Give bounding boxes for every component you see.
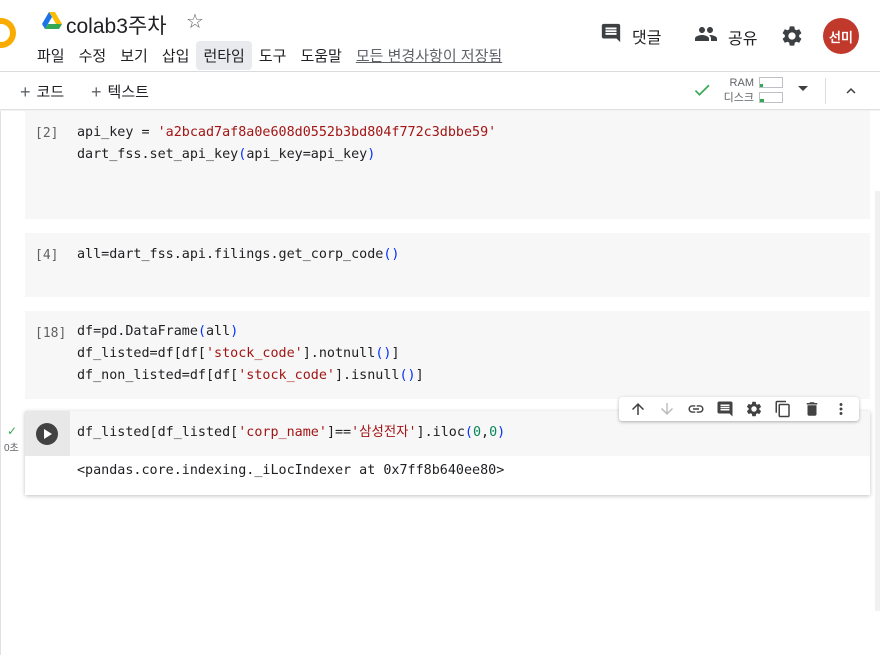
code-line: dart_fss.set_api_key(api_key=api_key) [77,147,376,162]
header: colab3주차 ☆ 파일 수정 보기 삽입 런타임 도구 도움말 모든 변경사… [0,0,880,72]
add-text-label: 텍스트 [107,84,149,101]
disk-meter-fill [760,99,765,102]
code-editor[interactable]: df=pd.DataFrame(all) df_listed=df[df['sto… [77,321,424,387]
code-editor[interactable]: all=dart_fss.api.filings.get_corp_code() [77,244,399,266]
code-line: df_listed=df[df['stock_code'].notnull()] [77,346,400,361]
avatar[interactable]: 선미 [823,18,859,54]
arrow-down-icon[interactable] [657,399,677,419]
code-line: all=dart_fss.api.filings.get_corp_code() [77,247,400,262]
ram-meter-fill [760,84,764,87]
more-vert-icon[interactable] [831,399,851,419]
ram-label: RAM [729,77,754,89]
menu-bar: 파일 수정 보기 삽입 런타임 도구 도움말 모든 변경사항이 저장됨 [30,40,509,70]
colab-logo-icon[interactable] [0,18,16,48]
add-text-button[interactable]: + 텍스트 [91,81,149,102]
comment-icon[interactable] [715,399,735,419]
toolbar-divider [825,78,826,104]
menu-runtime[interactable]: 런타임 [196,40,252,70]
google-drive-icon[interactable] [42,12,62,30]
notebook-toolbar: + 코드 + 텍스트 RAM 디스크 [0,72,880,110]
mirror-cell-icon[interactable] [773,399,793,419]
code-line: df_non_listed=df[df['stock_code'].isnull… [77,368,424,383]
code-line: api_key = 'a2bcad7af8a0e608d0552b3bd804f… [77,125,497,140]
run-cell-area[interactable] [25,411,70,456]
saved-status-link[interactable]: 모든 변경사항이 저장됨 [349,41,509,70]
menu-edit[interactable]: 수정 [72,41,114,70]
cell-toolbar [619,397,859,421]
add-code-label: 코드 [36,84,65,101]
code-string: 'a2bcad7af8a0e608d0552b3bd804f772c3dbbe5… [157,125,497,140]
notebook-title[interactable]: colab3주차 [66,10,167,40]
resource-meters[interactable] [759,77,783,107]
code-line: df_listed[df_listed['corp_name']=='삼성전자'… [77,425,506,440]
link-icon[interactable] [686,399,706,419]
play-icon[interactable] [36,423,58,445]
menu-view[interactable]: 보기 [113,41,155,70]
plus-icon: + [91,81,102,102]
star-icon[interactable]: ☆ [186,9,204,34]
notebook-area: [2] api_key = 'a2bcad7af8a0e608d0552b3bd… [0,111,880,655]
code-cell[interactable]: [4] all=dart_fss.api.filings.get_corp_co… [25,233,870,297]
share-label: 공유 [728,30,758,48]
code-line: df=pd.DataFrame(all) [77,324,239,339]
resource-labels[interactable]: RAM 디스크 [712,76,754,106]
code-editor[interactable]: api_key = 'a2bcad7af8a0e608d0552b3bd804f… [77,122,496,166]
plus-icon: + [20,81,31,102]
arrow-up-icon[interactable] [628,399,648,419]
disk-label: 디스크 [723,92,754,104]
gear-icon[interactable] [744,399,764,419]
runtime-dropdown-icon[interactable] [798,86,808,91]
execution-count: [2] [35,126,59,141]
add-code-button[interactable]: + 코드 [20,81,64,102]
execution-success-icon: ✓ [7,424,18,438]
disk-meter [759,92,783,103]
execution-count: [4] [35,248,59,263]
menu-file[interactable]: 파일 [30,41,72,70]
menu-insert[interactable]: 삽입 [155,41,197,70]
comment-label: 댓글 [632,29,662,47]
menu-help[interactable]: 도움말 [293,41,348,70]
code-cell[interactable]: [18] df=pd.DataFrame(all) df_listed=df[df… [25,311,870,399]
settings-gear-icon[interactable] [780,24,804,53]
people-icon [694,22,718,51]
comment-icon [600,22,622,49]
chevron-up-icon[interactable] [842,82,860,105]
menu-tools[interactable]: 도구 [252,41,294,70]
ram-meter [759,77,783,88]
connected-check-icon[interactable] [692,80,712,105]
scrollbar[interactable] [875,191,880,611]
execution-time: 0초 [4,443,19,454]
code-cell[interactable]: [2] api_key = 'a2bcad7af8a0e608d0552b3bd… [25,111,870,219]
cell-output: <pandas.core.indexing._iLocIndexer at 0x… [77,463,505,478]
trash-icon[interactable] [802,399,822,419]
execution-count: [18] [35,326,67,341]
comment-button[interactable]: 댓글 [600,22,661,49]
active-code-cell[interactable]: df_listed[df_listed['corp_name']=='삼성전자'… [25,411,870,495]
share-button[interactable]: 공유 [694,22,757,51]
